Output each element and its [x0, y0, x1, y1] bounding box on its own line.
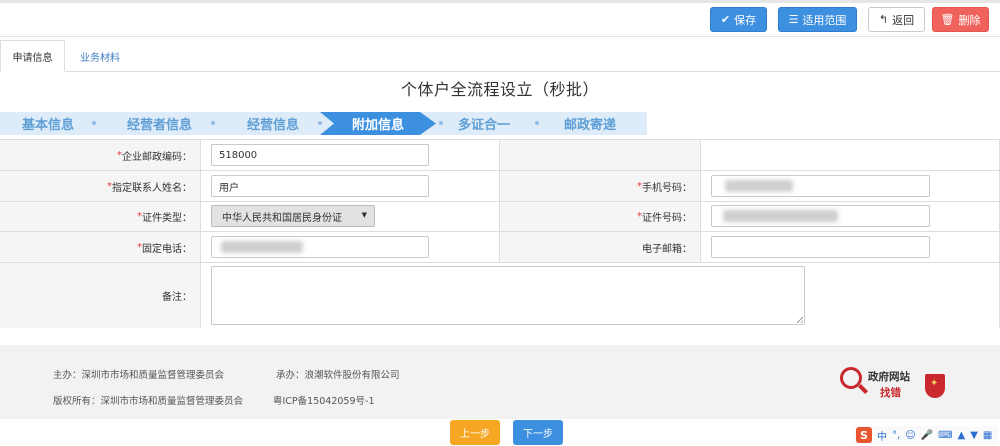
shirt-icon[interactable]: ▼	[970, 430, 978, 441]
redacted-mobile	[725, 180, 793, 192]
contact-name-input[interactable]: 用户	[211, 175, 429, 197]
toolbar: ✔ 保存 ☰ 适用范围 ↰ 返回 🗑 删除	[0, 3, 1000, 37]
punctuation-icon[interactable]: °,	[892, 430, 900, 441]
footer-copyright: 版权所有：深圳市市场和质量监督管理委员会	[53, 396, 244, 407]
contact-name-label: * 指定联系人姓名：	[0, 171, 201, 202]
step-separator	[211, 121, 215, 125]
grid-icon[interactable]: ▦	[983, 430, 992, 441]
empty-value-cell	[701, 140, 1000, 171]
step-separator	[92, 121, 96, 125]
footer-host: 主办：深圳市市场和质量监督管理委员会	[53, 370, 225, 381]
keyboard-icon[interactable]: ⌨	[938, 430, 952, 441]
mobile-cell	[701, 171, 1000, 202]
magnifier-handle	[858, 384, 868, 394]
page-title: 个体户全流程设立（秒批）	[400, 80, 599, 99]
gov-badge-line2: 找错	[880, 387, 901, 399]
tab-application-info[interactable]: 申请信息	[0, 40, 65, 72]
landline-cell	[201, 232, 500, 263]
additional-info-form: * 企业邮政编码： 518000 * 指定联系人姓名： 用户 * 手机号码： * 证件类…	[0, 139, 1000, 328]
check-icon: ✔	[720, 13, 731, 26]
empty-label-cell	[500, 140, 701, 171]
back-label: 返回	[892, 13, 915, 27]
next-step-button[interactable]: 下一步	[513, 420, 563, 445]
scope-label: 适用范围	[802, 13, 847, 27]
ime-mode[interactable]: 中	[877, 428, 887, 443]
postal-code-label: * 企业邮政编码：	[0, 140, 201, 171]
id-number-cell	[701, 202, 1000, 232]
postal-code-input[interactable]: 518000	[211, 144, 429, 166]
step-separator	[535, 121, 539, 125]
remarks-cell	[201, 263, 1000, 328]
landline-label: * 固定电话：	[0, 232, 201, 263]
footer: 主办：深圳市市场和质量监督管理委员会 承办：浪潮软件股份有限公司 版权所有：深圳…	[0, 345, 1000, 419]
tab-business-materials[interactable]: 业务材料	[65, 40, 135, 72]
id-type-value: 中华人民共和国居民身份证	[222, 212, 342, 224]
scope-button[interactable]: ☰ 适用范围	[778, 7, 857, 32]
id-type-cell: 中华人民共和国居民身份证 ▼	[201, 202, 500, 232]
trash-icon: 🗑	[940, 13, 955, 26]
delete-label: 删除	[958, 13, 981, 27]
step-operator-info[interactable]: 经营者信息	[127, 112, 192, 135]
save-button[interactable]: ✔ 保存	[710, 7, 767, 32]
step-basic-info[interactable]: 基本信息	[22, 112, 74, 135]
email-input[interactable]	[711, 236, 930, 258]
tab-bar: 申请信息 业务材料	[0, 40, 1000, 72]
back-button[interactable]: ↰ 返回	[868, 7, 925, 32]
email-cell	[701, 232, 1000, 263]
postal-code-cell: 518000	[201, 140, 500, 171]
microphone-icon[interactable]: 🎤	[921, 430, 933, 441]
redacted-id-number	[723, 210, 838, 222]
id-number-label: * 证件号码：	[500, 202, 701, 232]
reply-arrow-icon: ↰	[878, 13, 889, 26]
id-type-select[interactable]: 中华人民共和国居民身份证 ▼	[211, 205, 375, 227]
step-business-info[interactable]: 经营信息	[247, 112, 299, 135]
step-additional-info[interactable]: 附加信息	[352, 112, 404, 135]
party-emblem-icon[interactable]: ✦	[925, 374, 945, 398]
footer-icp: 粤ICP备15042059号-1	[273, 396, 375, 407]
step-separator	[439, 121, 443, 125]
gov-badge-line1: 政府网站	[868, 371, 910, 383]
skin-icon[interactable]: ▲	[958, 430, 966, 441]
prev-step-button[interactable]: 上一步	[450, 420, 500, 445]
resize-grip-icon[interactable]	[797, 317, 803, 323]
ime-toolbar: S 中 °, ☺ 🎤 ⌨ ▲ ▼ ▦	[853, 426, 998, 444]
ime-logo-icon[interactable]: S	[856, 427, 872, 443]
list-icon: ☰	[788, 13, 799, 26]
step-separator	[318, 121, 322, 125]
step-postal-delivery[interactable]: 邮政寄递	[564, 112, 616, 135]
contact-name-cell: 用户	[201, 171, 500, 202]
remarks-label: 备注：	[0, 263, 201, 328]
remarks-textarea[interactable]	[211, 266, 805, 325]
save-label: 保存	[734, 13, 757, 27]
gov-site-error-badge[interactable]: 政府网站 找错	[840, 365, 920, 403]
dropdown-caret-icon: ▼	[361, 211, 367, 219]
step-progress: 基本信息 经营者信息 经营信息 附加信息 多证合一 邮政寄递	[0, 112, 647, 135]
delete-button[interactable]: 🗑 删除	[932, 7, 989, 32]
emoji-icon[interactable]: ☺	[905, 430, 915, 441]
id-type-label: * 证件类型：	[0, 202, 201, 232]
email-label: 电子邮箱：	[500, 232, 701, 263]
mobile-label: * 手机号码：	[500, 171, 701, 202]
footer-contractor: 承办：浪潮软件股份有限公司	[276, 370, 400, 381]
step-multi-cert[interactable]: 多证合一	[458, 112, 510, 135]
redacted-landline	[221, 241, 303, 253]
